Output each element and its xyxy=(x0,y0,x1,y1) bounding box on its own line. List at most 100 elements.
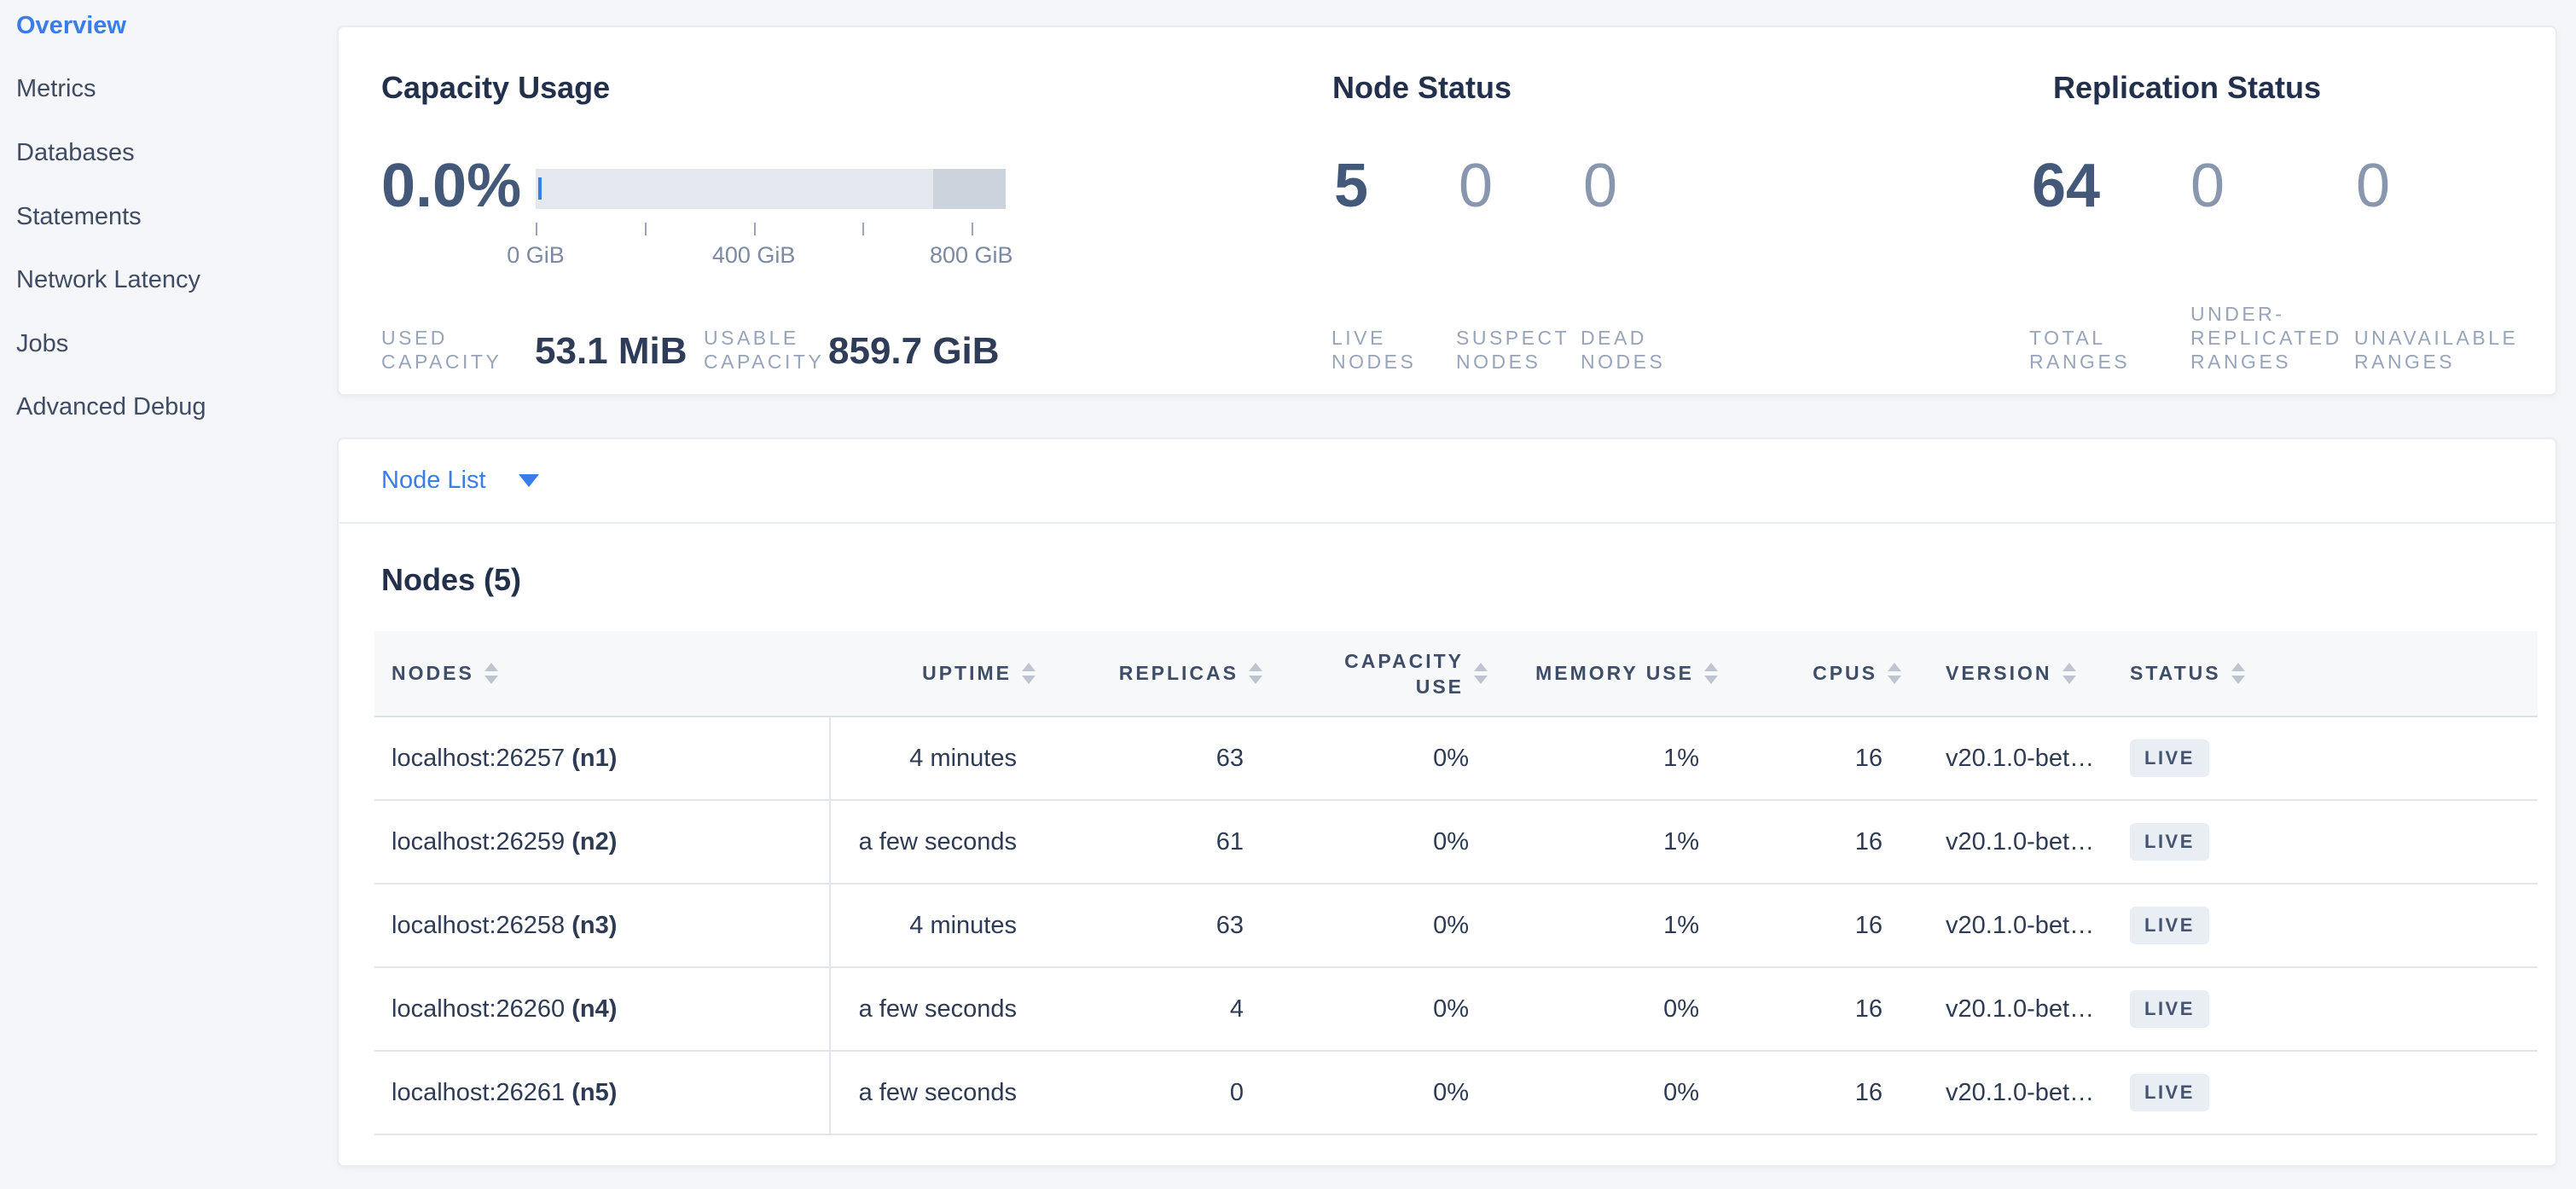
live-nodes-label: LIVENODES xyxy=(1332,326,1456,374)
under-replicated-label: UNDER-REPLICATEDRANGES xyxy=(2190,302,2354,374)
status-badge: LIVE xyxy=(2130,1074,2209,1111)
table-header-row: NODES UPTIME REPLICAS CAPACITY USE MEMOR… xyxy=(374,631,2538,716)
total-ranges-label: TOTALRANGES xyxy=(2029,326,2190,374)
cpus-cell: 16 xyxy=(1725,1051,1908,1134)
table-row: localhost:26261 (n5) a few seconds 0 0% … xyxy=(374,1051,2538,1134)
capacity-use-cell: 0% xyxy=(1269,800,1494,884)
used-capacity-value: 53.1 MiB xyxy=(535,333,688,370)
status-badge: LIVE xyxy=(2130,990,2209,1028)
capacity-bar: 0 GiB 400 GiB 800 GiB xyxy=(536,169,1006,268)
capacity-use-cell: 0% xyxy=(1269,716,1494,800)
sort-icon xyxy=(1249,663,1262,684)
capacity-use-cell: 0% xyxy=(1269,967,1494,1051)
node-address-cell[interactable]: localhost:26260 (n4) xyxy=(374,967,830,1051)
memory-use-cell: 0% xyxy=(1494,967,1725,1051)
column-header-memory-use[interactable]: MEMORY USE xyxy=(1494,631,1725,716)
replicas-cell: 61 xyxy=(1042,800,1269,884)
total-ranges-count: 64 xyxy=(2032,155,2190,217)
sort-icon xyxy=(484,663,498,684)
replicas-cell: 63 xyxy=(1042,716,1269,800)
sort-icon xyxy=(2231,663,2245,684)
sidebar-item-databases[interactable]: Databases xyxy=(0,121,337,185)
cluster-overview-card: Capacity Usage 0.0% 0 GiB 400 GiB 800 Gi… xyxy=(337,26,2557,396)
dead-nodes-label: DEADNODES xyxy=(1581,326,1665,374)
cpus-cell: 16 xyxy=(1725,967,1908,1051)
replication-numbers: 64 0 0 xyxy=(2032,155,2390,217)
node-address-cell[interactable]: localhost:26259 (n2) xyxy=(374,800,830,884)
uptime-cell: a few seconds xyxy=(830,1051,1042,1134)
under-replicated-count: 0 xyxy=(2190,155,2356,217)
table-row: localhost:26260 (n4) a few seconds 4 0% … xyxy=(374,967,2538,1051)
status-cell: LIVE xyxy=(2096,716,2538,800)
sort-icon xyxy=(1474,663,1488,684)
replication-labels: TOTALRANGES UNDER-REPLICATEDRANGES UNAVA… xyxy=(2029,302,2518,374)
column-header-capacity-use[interactable]: CAPACITY USE xyxy=(1269,631,1494,716)
version-cell: v20.1.0-bet… xyxy=(1908,800,2096,884)
sidebar-item-jobs[interactable]: Jobs xyxy=(0,312,337,376)
axis-label-800: 800 GiB xyxy=(930,242,1013,269)
node-list-dropdown[interactable]: Node List xyxy=(381,467,539,495)
sort-icon xyxy=(1888,663,1901,684)
sidebar-item-advanced-debug[interactable]: Advanced Debug xyxy=(0,376,337,440)
replicas-cell: 63 xyxy=(1042,884,1269,967)
table-row: localhost:26258 (n3) 4 minutes 63 0% 1% … xyxy=(374,884,2538,967)
unavailable-label: UNAVAILABLERANGES xyxy=(2354,326,2518,374)
version-cell: v20.1.0-bet… xyxy=(1908,1051,2096,1134)
version-cell: v20.1.0-bet… xyxy=(1908,884,2096,967)
column-header-cpus[interactable]: CPUS xyxy=(1725,631,1908,716)
sidebar-nav: Overview Metrics Databases Statements Ne… xyxy=(0,0,337,439)
sort-icon xyxy=(2063,663,2076,684)
dead-nodes-count: 0 xyxy=(1583,155,1617,217)
uptime-cell: a few seconds xyxy=(830,967,1042,1051)
status-cell: LIVE xyxy=(2096,884,2538,967)
column-header-replicas[interactable]: REPLICAS xyxy=(1042,631,1269,716)
column-header-uptime[interactable]: UPTIME xyxy=(830,631,1042,716)
capacity-bar-ticks xyxy=(536,223,1006,235)
node-status-labels: LIVENODES SUSPECTNODES DEADNODES xyxy=(1332,326,1665,374)
column-header-version[interactable]: VERSION xyxy=(1908,631,2096,716)
node-address-cell[interactable]: localhost:26258 (n3) xyxy=(374,884,830,967)
axis-label-400: 400 GiB xyxy=(712,242,796,269)
table-row: localhost:26257 (n1) 4 minutes 63 0% 1% … xyxy=(374,716,2538,800)
live-nodes-count: 5 xyxy=(1334,155,1459,217)
axis-label-0: 0 GiB xyxy=(507,242,565,269)
replicas-cell: 0 xyxy=(1042,1051,1269,1134)
replication-status-title: Replication Status xyxy=(2053,70,2321,106)
node-list-dropdown-row: Node List xyxy=(339,439,2556,524)
column-header-nodes[interactable]: NODES xyxy=(374,631,830,716)
sidebar-item-statements[interactable]: Statements xyxy=(0,185,337,249)
memory-use-cell: 1% xyxy=(1494,800,1725,884)
cpus-cell: 16 xyxy=(1725,800,1908,884)
memory-use-cell: 1% xyxy=(1494,884,1725,967)
capacity-used-percent: 0.0% xyxy=(381,155,521,217)
suspect-nodes-label: SUSPECTNODES xyxy=(1456,326,1581,374)
nodes-table: NODES UPTIME REPLICAS CAPACITY USE MEMOR… xyxy=(374,631,2538,1135)
node-address-cell[interactable]: localhost:26261 (n5) xyxy=(374,1051,830,1134)
capacity-use-cell: 0% xyxy=(1269,1051,1494,1134)
cpus-cell: 16 xyxy=(1725,884,1908,967)
status-badge: LIVE xyxy=(2130,740,2209,777)
memory-use-cell: 0% xyxy=(1494,1051,1725,1134)
chevron-down-icon xyxy=(519,474,539,487)
unavailable-count: 0 xyxy=(2356,155,2390,217)
node-list-dropdown-label: Node List xyxy=(381,467,486,495)
sidebar-item-metrics[interactable]: Metrics xyxy=(0,58,337,122)
capacity-use-cell: 0% xyxy=(1269,884,1494,967)
suspect-nodes-count: 0 xyxy=(1459,155,1583,217)
column-header-status[interactable]: STATUS xyxy=(2096,631,2538,716)
capacity-bar-axis: 0 GiB 400 GiB 800 GiB xyxy=(536,242,1006,268)
replicas-cell: 4 xyxy=(1042,967,1269,1051)
status-badge: LIVE xyxy=(2130,907,2209,944)
memory-use-cell: 1% xyxy=(1494,716,1725,800)
usable-capacity-label: USABLE CAPACITY xyxy=(704,326,824,374)
sidebar-item-network-latency[interactable]: Network Latency xyxy=(0,248,337,312)
uptime-cell: 4 minutes xyxy=(830,884,1042,967)
sidebar-item-overview[interactable]: Overview xyxy=(0,0,337,58)
sort-icon xyxy=(1704,663,1718,684)
capacity-bar-used-marker xyxy=(538,177,542,200)
node-address-cell[interactable]: localhost:26257 (n1) xyxy=(374,716,830,800)
sort-icon xyxy=(1022,663,1036,684)
sidebar: Overview Metrics Databases Statements Ne… xyxy=(0,0,337,1189)
node-list-card: Node List Nodes (5) NODES UPTIME R xyxy=(337,438,2557,1167)
version-cell: v20.1.0-bet… xyxy=(1908,716,2096,800)
